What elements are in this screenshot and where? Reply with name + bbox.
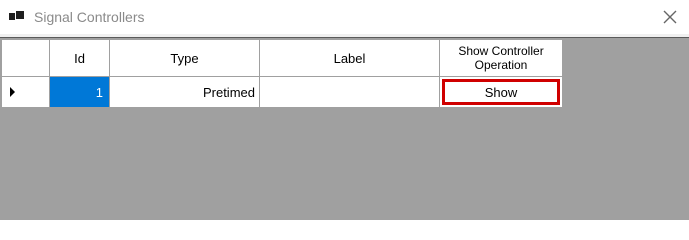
window-title: Signal Controllers	[34, 9, 145, 25]
cell-id[interactable]: 1	[49, 76, 110, 108]
column-header-id[interactable]: Id	[49, 39, 110, 77]
table-row[interactable]: 1 Pretimed Show	[1, 76, 563, 108]
column-header-show-controller-operation[interactable]: Show Controller Operation	[439, 39, 563, 77]
signal-controllers-grid: Id Type Label Show Controller Operation …	[1, 39, 563, 108]
app-window-icon	[9, 10, 25, 24]
data-grid-area: Id Type Label Show Controller Operation …	[0, 37, 689, 220]
column-header-type[interactable]: Type	[109, 39, 260, 77]
current-row-arrow-icon	[10, 87, 15, 97]
close-icon	[663, 10, 677, 24]
show-controller-operation-button[interactable]: Show	[442, 79, 560, 105]
cell-show-controller-operation: Show	[439, 76, 563, 108]
column-header-label[interactable]: Label	[259, 39, 440, 77]
signal-controllers-window: Signal Controllers Id Type Label Show Co…	[0, 0, 689, 220]
column-header-show-controller-operation-text: Show Controller Operation	[458, 44, 544, 72]
grid-header-row: Id Type Label Show Controller Operation	[1, 39, 563, 77]
cell-type[interactable]: Pretimed	[109, 76, 260, 108]
title-bar: Signal Controllers	[0, 0, 689, 34]
cell-label[interactable]	[259, 76, 440, 108]
close-button[interactable]	[659, 6, 681, 28]
row-header[interactable]	[1, 76, 50, 108]
row-header-corner[interactable]	[1, 39, 50, 77]
